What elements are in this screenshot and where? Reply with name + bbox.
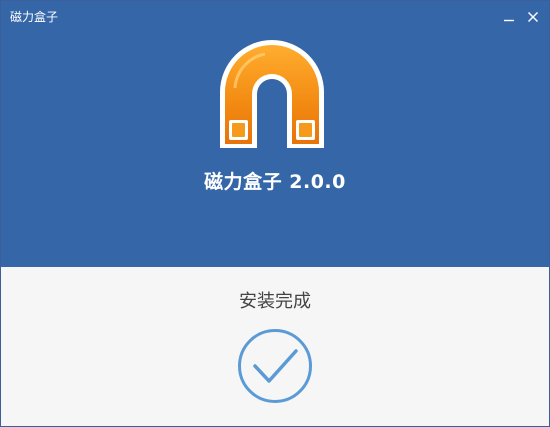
title-bar[interactable]: 磁力盒子 bbox=[1, 1, 549, 33]
status-panel: 安装完成 bbox=[1, 267, 549, 426]
minimize-icon[interactable] bbox=[501, 9, 517, 25]
header-panel: 磁力盒子 磁力盒子 2.0.0 bbox=[1, 1, 549, 267]
magnet-icon bbox=[220, 40, 324, 148]
installer-window: 磁力盒子 磁力盒子 2.0.0 安装完成 bbox=[0, 0, 550, 427]
app-name: 磁力盒子 2.0.0 bbox=[204, 171, 346, 193]
install-status-text: 安装完成 bbox=[239, 291, 311, 312]
close-icon[interactable] bbox=[525, 9, 541, 25]
checkmark-circle-icon bbox=[238, 329, 312, 403]
window-title: 磁力盒子 bbox=[10, 10, 59, 24]
